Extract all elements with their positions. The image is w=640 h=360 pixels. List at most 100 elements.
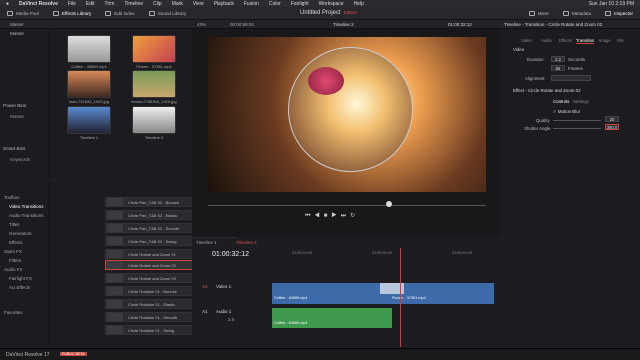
- inspector-tab-audio[interactable]: Audio: [541, 38, 552, 43]
- scrubber-bar[interactable]: [208, 205, 486, 206]
- audio-level: 2.0: [228, 317, 235, 322]
- inspector-panel: Video Audio Effects Transition Image Fil…: [501, 29, 640, 237]
- flower-shape: [308, 67, 344, 95]
- smart-bin-keywords[interactable]: Keywords: [10, 157, 30, 162]
- menu-fusion[interactable]: Fusion: [244, 1, 259, 7]
- viewer-image[interactable]: [208, 37, 486, 192]
- tree-fairlight-fx[interactable]: Fairlight FX: [9, 276, 32, 281]
- media-pool-button[interactable]: Media Pool: [0, 7, 46, 20]
- viewer-panel: ⏮◀■▶⏭↻: [192, 29, 500, 237]
- transition-circle: [288, 47, 413, 172]
- ruler-mark: 01:00:32:00: [372, 251, 393, 255]
- tree-titles[interactable]: Titles: [9, 222, 20, 227]
- tree-favorites[interactable]: Favorites: [4, 310, 23, 315]
- beta-badge: PUBLIC BETA: [60, 352, 87, 356]
- inspector-icon: [605, 10, 612, 16]
- menu-workspace[interactable]: Workspace: [319, 1, 344, 7]
- edit-index-icon: [105, 10, 112, 16]
- power-bin-master[interactable]: Master: [10, 114, 24, 119]
- app-version: DaVinci Resolve 17: [6, 352, 50, 358]
- shutter-slider[interactable]: [553, 128, 601, 129]
- tree-video-transitions[interactable]: Video Transitions: [9, 204, 43, 209]
- tree-audio-transitions[interactable]: Audio Transitions: [9, 213, 44, 218]
- mixer-button[interactable]: Mixer: [522, 7, 556, 20]
- metadata-button[interactable]: Metadata: [556, 7, 598, 20]
- settings-tab[interactable]: Settings: [573, 99, 589, 104]
- inspector-button[interactable]: Inspector: [598, 7, 640, 20]
- media-thumb-man[interactable]: [67, 70, 111, 98]
- tree-au-effects[interactable]: AU Effects: [9, 285, 30, 290]
- timeline-tab-1[interactable]: Timeline 1: [196, 240, 217, 245]
- ruler-mark: 01:00:40:00: [452, 251, 473, 255]
- shutter-angle-label: Shutter Angle: [524, 126, 551, 131]
- timeline-panel: Timeline 1 Timeline 2 01:00:32:12 01:00:…: [192, 238, 640, 347]
- tree-filters[interactable]: Filters: [9, 258, 21, 263]
- video-clip-track[interactable]: Coffee - 40689.mp4 Flower - 37351.mp4: [272, 283, 494, 304]
- sub-bar: Master 43% 00:00:59:04 Timeline 2 01:00:…: [0, 20, 640, 29]
- transport-controls[interactable]: ⏮◀■▶⏭↻: [305, 212, 359, 220]
- duration-field[interactable]: 2.2: [551, 56, 565, 62]
- controls-tab[interactable]: Controls: [553, 99, 569, 104]
- metadata-icon: [562, 10, 569, 16]
- motion-blur-toggle[interactable]: ✓ Motion Blur: [553, 109, 580, 115]
- mixer-icon: [528, 10, 535, 16]
- tree-toolbox[interactable]: Toolbox: [4, 195, 20, 200]
- media-thumb-timeline2[interactable]: [132, 106, 176, 134]
- tree-audio-fx[interactable]: Audio FX: [4, 267, 23, 272]
- tree-open-fx[interactable]: Open FX: [4, 249, 22, 254]
- tree-effects[interactable]: Effects: [9, 240, 23, 245]
- alignment-buttons[interactable]: [551, 75, 591, 81]
- menu-fairlight[interactable]: Fairlight: [291, 1, 309, 7]
- media-label: man-721832_1920.jpg: [68, 99, 110, 104]
- media-thumb-coffee[interactable]: [67, 35, 111, 63]
- v1-label[interactable]: V1: [202, 284, 208, 289]
- zoom-level[interactable]: 43%: [197, 22, 206, 27]
- scrubber-handle[interactable]: [386, 201, 392, 207]
- media-label: tennis-2785305_1920.jpg: [131, 99, 177, 104]
- shutter-field[interactable]: 360.0: [605, 124, 619, 130]
- audio1-label: Audio 1: [216, 309, 232, 314]
- inspector-tab-effects[interactable]: Effects: [559, 38, 572, 43]
- effect-section-header[interactable]: Effect - Circle Rotate and Zoom 02: [513, 88, 581, 93]
- menu-help[interactable]: Help: [354, 1, 364, 7]
- media-thumb-timeline1[interactable]: [67, 106, 111, 134]
- inspector-tab-video[interactable]: Video: [521, 38, 532, 43]
- menu-view[interactable]: View: [193, 1, 204, 7]
- tree-generators[interactable]: Generators: [9, 231, 32, 236]
- media-pool: Coffee - 40689.mp4 Flower - 37351.mp4 ma…: [51, 29, 191, 179]
- video-section-header[interactable]: Video: [513, 47, 524, 52]
- power-bins-header: Power Bins: [3, 103, 27, 108]
- ruler-mark: 01:00:24:00: [292, 251, 313, 255]
- inspector-tab-image[interactable]: Image: [599, 38, 611, 43]
- effects-library-button[interactable]: Effects Library: [46, 7, 98, 20]
- bin-master[interactable]: Master: [10, 31, 24, 36]
- audio-clip[interactable]: Coffee - 40689.mp4: [272, 308, 392, 328]
- menu-color[interactable]: Color: [269, 1, 281, 7]
- bottom-bar: DaVinci Resolve 17 PUBLIC BETA: [0, 348, 640, 360]
- media-label: Timeline 1: [79, 135, 99, 140]
- inspector-tab-file[interactable]: File: [617, 38, 624, 43]
- frames-unit: Frames: [568, 66, 583, 71]
- audio-clip-label: Coffee - 40689.mp4: [274, 321, 308, 325]
- edit-index-button[interactable]: Edit Index: [98, 7, 141, 20]
- sound-library-button[interactable]: Sound Library: [142, 7, 194, 20]
- quality-label: Quality: [536, 118, 550, 123]
- timeline-tab-2[interactable]: Timeline 2: [236, 240, 257, 245]
- playhead[interactable]: [400, 248, 401, 347]
- alignment-label: Alignment: [525, 76, 545, 81]
- media-thumb-flower[interactable]: [132, 35, 176, 63]
- frames-field[interactable]: 66: [551, 65, 565, 71]
- source-timecode: 00:00:59:04: [230, 22, 254, 27]
- quality-slider[interactable]: [553, 120, 601, 121]
- media-pool-icon: [7, 10, 13, 16]
- bins-panel: Master Power Bins Master Smart Bins Keyw…: [0, 29, 50, 179]
- a1-label[interactable]: A1: [202, 309, 208, 314]
- inspector-title: Timeline - Transition - Circle Rotate an…: [504, 22, 603, 27]
- menu-playback[interactable]: Playback: [214, 1, 234, 7]
- record-timecode: 01:00:32:12: [448, 22, 472, 27]
- quality-field[interactable]: 20: [605, 116, 619, 122]
- timeline-name[interactable]: Timeline 2: [333, 22, 354, 27]
- effects-tree: Toolbox Video Transitions Audio Transiti…: [0, 182, 50, 347]
- media-thumb-tennis[interactable]: [132, 70, 176, 98]
- inspector-tab-transition[interactable]: Transition: [576, 38, 595, 44]
